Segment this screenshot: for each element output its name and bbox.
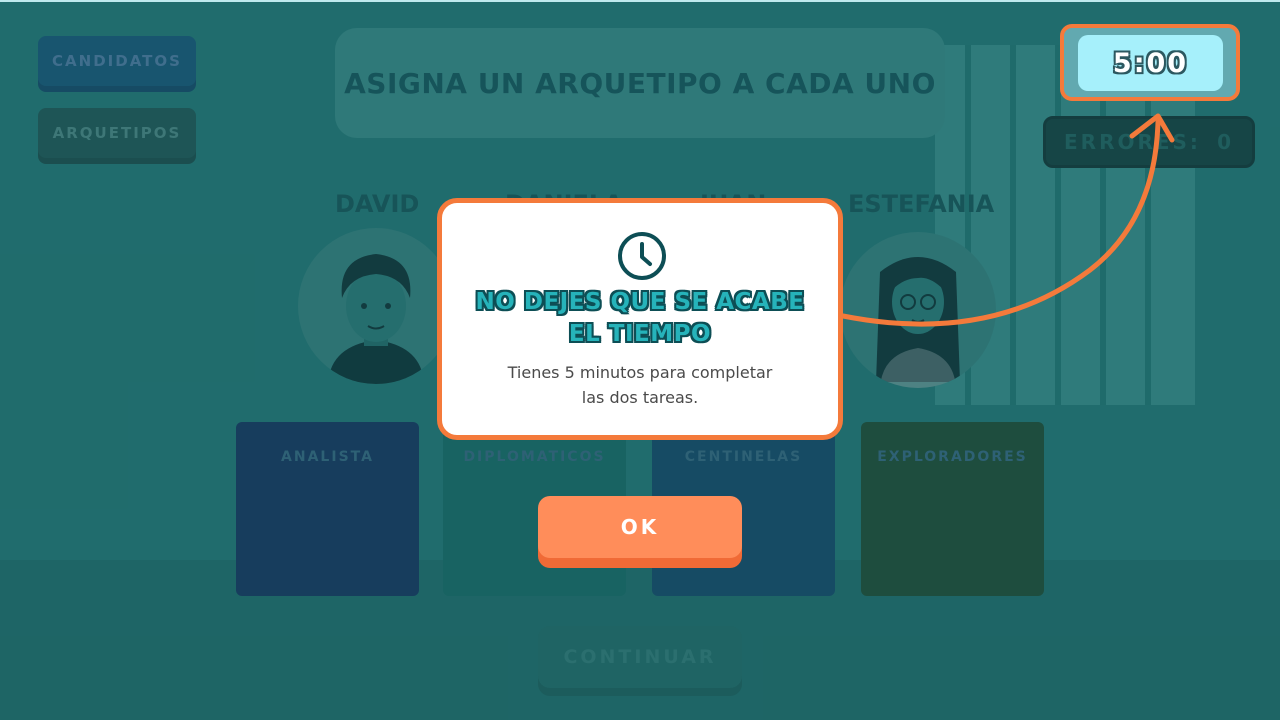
top-border <box>0 0 1280 2</box>
pointer-arrow-icon <box>840 113 1175 327</box>
